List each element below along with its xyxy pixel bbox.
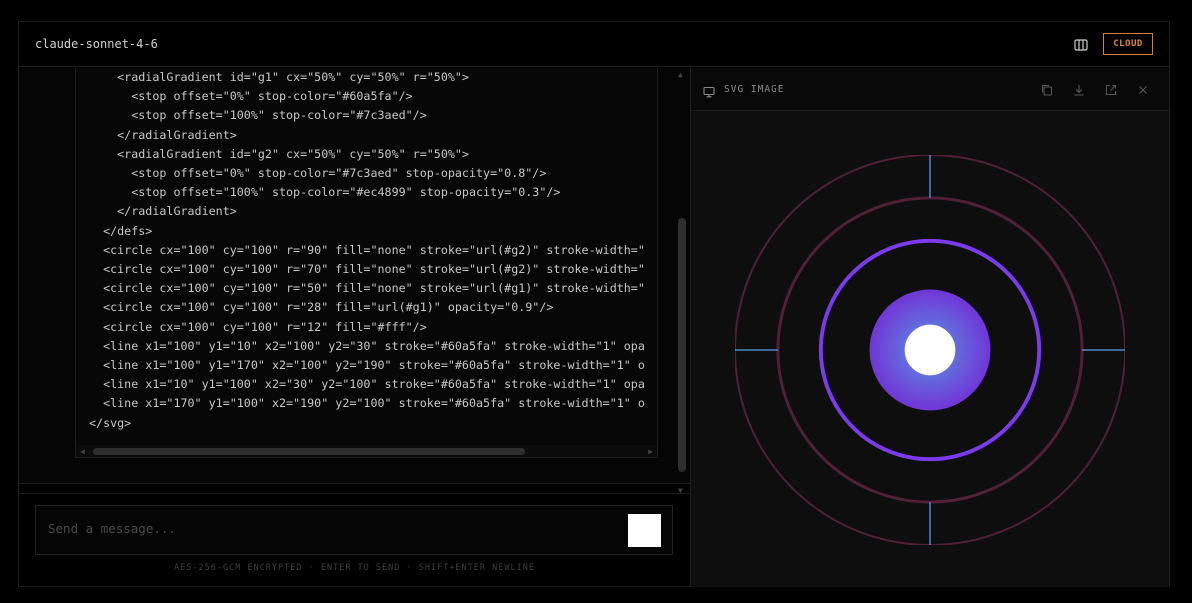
monitor-icon (703, 83, 715, 98)
center-dot (904, 324, 956, 376)
columns-icon[interactable] (1074, 37, 1088, 51)
code-line: <stop offset="100%" stop-color="#7c3aed"… (89, 108, 427, 123)
code-line: </radialGradient> (89, 127, 237, 142)
download-icon[interactable] (1072, 82, 1086, 96)
code-line: <circle cx="100" cy="100" r="12" fill="#… (89, 319, 427, 334)
composer: AES-256-GCM ENCRYPTED · ENTER TO SEND · … (19, 493, 690, 587)
code-line: </radialGradient> (89, 204, 237, 219)
code-line: <circle cx="100" cy="100" r="70" fill="n… (89, 262, 645, 277)
footer-note: AES-256-GCM ENCRYPTED · ENTER TO SEND · … (174, 563, 535, 573)
code-line: <radialGradient id="g2" cx="50%" cy="50%… (89, 146, 469, 161)
code-line: <circle cx="100" cy="100" r="28" fill="u… (89, 300, 554, 315)
code-line: <stop offset="100%" stop-color="#ec4899"… (89, 185, 561, 200)
scroll-up-arrow-icon[interactable]: ▲ (678, 70, 683, 79)
code-line: <line x1="100" y1="170" x2="100" y2="190… (89, 358, 645, 373)
horizontal-scroll-thumb[interactable] (93, 448, 525, 455)
horizontal-scrollbar[interactable]: ◀ ▶ (76, 445, 657, 457)
send-button[interactable] (628, 514, 661, 547)
message-box (35, 505, 673, 555)
chat-pane: <radialGradient id="g1" cx="50%" cy="50%… (19, 68, 690, 587)
message-area: <radialGradient id="g1" cx="50%" cy="50%… (19, 68, 690, 484)
app-window: claude-sonnet-4-6 CLOUD <radialGradient … (18, 21, 1170, 587)
code-line: <stop offset="0%" stop-color="#60a5fa"/> (89, 89, 413, 104)
preview-header: SVG IMAGE (691, 68, 1169, 111)
open-external-icon[interactable] (1104, 82, 1118, 96)
cloud-badge[interactable]: CLOUD (1103, 33, 1153, 55)
code-line: </svg> (89, 415, 132, 430)
code-line: </defs> (89, 223, 153, 238)
code-line: <radialGradient id="g1" cx="50%" cy="50%… (89, 70, 469, 84)
copy-icon[interactable] (1040, 82, 1054, 96)
code-line: <circle cx="100" cy="100" r="50" fill="n… (89, 281, 645, 296)
preview-pane: SVG IMAGE (691, 68, 1169, 587)
message-input[interactable] (48, 521, 608, 536)
close-icon[interactable] (1136, 82, 1150, 96)
vertical-scrollbar[interactable]: ▲ ▼ (675, 68, 689, 495)
code-line: <line x1="100" y1="10" x2="100" y2="30" … (89, 338, 645, 353)
code-line: <circle cx="100" cy="100" r="90" fill="n… (89, 242, 645, 257)
scroll-left-arrow-icon[interactable]: ◀ (80, 447, 85, 456)
vertical-scroll-thumb[interactable] (678, 218, 686, 472)
svg-preview-image (735, 155, 1125, 545)
code-lines: <radialGradient id="g1" cx="50%" cy="50%… (89, 68, 645, 433)
top-bar: claude-sonnet-4-6 CLOUD (19, 22, 1169, 67)
code-line: <line x1="10" y1="100" x2="30" y2="100" … (89, 377, 645, 392)
scroll-right-arrow-icon[interactable]: ▶ (648, 447, 653, 456)
preview-title: SVG IMAGE (724, 84, 785, 95)
code-line: <stop offset="0%" stop-color="#7c3aed" s… (89, 166, 547, 181)
code-block: <radialGradient id="g1" cx="50%" cy="50%… (75, 68, 658, 458)
code-line: <line x1="170" y1="100" x2="190" y2="100… (89, 396, 645, 411)
model-name: claude-sonnet-4-6 (35, 37, 158, 51)
